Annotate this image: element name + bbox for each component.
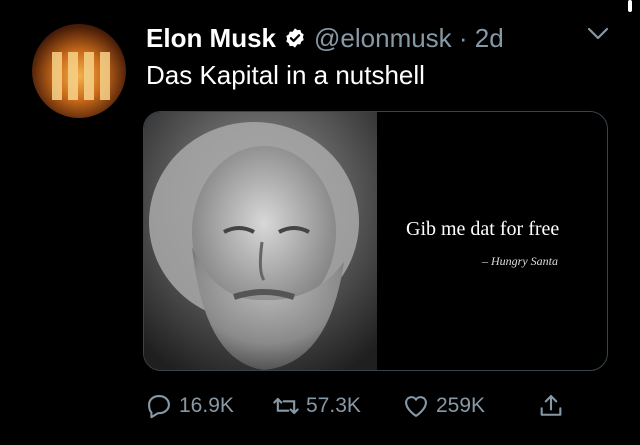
like-count: 259K	[436, 394, 486, 417]
tweet[interactable]: Elon Musk @elonmusk · 2d Das Kapital in …	[0, 0, 640, 445]
tweet-text: Das Kapital in a nutshell	[146, 60, 425, 90]
heart-icon	[405, 396, 427, 417]
reply-button[interactable]: 16.9K	[145, 388, 234, 424]
author-handle-time[interactable]: @elonmusk · 2d	[314, 23, 504, 54]
reply-icon	[148, 395, 170, 419]
tweet-image[interactable]: Gib me dat for free – Hungry Santa	[143, 111, 608, 371]
retweet-icon	[273, 397, 299, 415]
action-bar: 16.9K 57.3K 259K	[145, 388, 615, 424]
chevron-down-icon[interactable]	[586, 26, 610, 42]
share-button[interactable]	[537, 388, 565, 424]
image-quote: Gib me dat for free	[406, 218, 560, 240]
retweet-button[interactable]: 57.3K	[272, 388, 361, 424]
share-icon	[540, 395, 562, 416]
author-name[interactable]: Elon Musk	[146, 23, 276, 54]
retweet-count: 57.3K	[306, 394, 361, 417]
verified-icon	[286, 28, 304, 48]
tweet-header: Elon Musk @elonmusk · 2d	[146, 20, 504, 56]
reply-count: 16.9K	[179, 394, 234, 417]
portrait-image	[144, 112, 377, 370]
scrollbar-thumb[interactable]	[628, 0, 632, 12]
like-button[interactable]: 259K	[402, 388, 485, 424]
image-attribution: – Hungry Santa	[482, 254, 558, 268]
avatar[interactable]	[32, 24, 126, 118]
